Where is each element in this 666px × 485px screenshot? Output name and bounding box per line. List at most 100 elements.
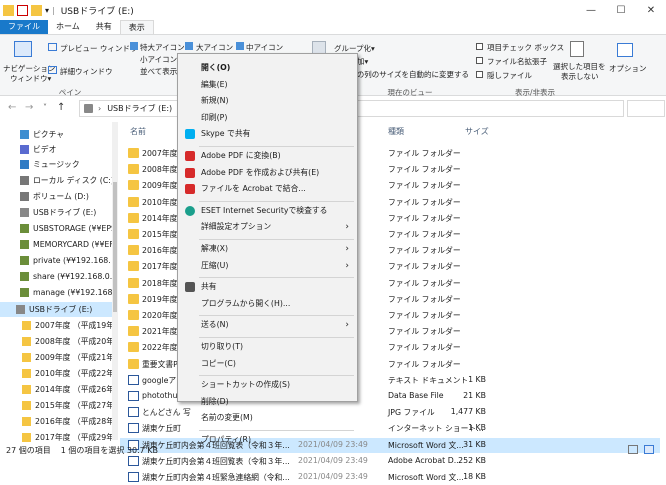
minimize-button[interactable]: — bbox=[576, 0, 606, 20]
nav-item[interactable]: 2009年度 （平成21年 bbox=[0, 350, 118, 365]
fit-columns-button[interactable]: べての列のサイズを自動的に変更する bbox=[342, 69, 469, 80]
dropdown-icon[interactable]: ▾ bbox=[45, 6, 49, 15]
item-checkbox-toggle[interactable] bbox=[476, 43, 483, 50]
details-pane-button[interactable]: 詳細ウィンドウ bbox=[60, 66, 113, 77]
menu-item[interactable]: Adobe PDF を作成および共有(E) bbox=[178, 166, 357, 180]
menu-item[interactable]: ショートカットの作成(S) bbox=[178, 378, 357, 392]
nav-item[interactable]: private (¥¥192.168. bbox=[0, 253, 118, 268]
nav-item[interactable]: manage (¥¥192.168. bbox=[0, 285, 118, 300]
search-input[interactable] bbox=[627, 100, 665, 117]
file-icon bbox=[128, 391, 139, 401]
menu-item[interactable]: プログラムから開く(H)... bbox=[178, 297, 357, 311]
back-icon[interactable]: ← bbox=[8, 102, 16, 113]
nav-item[interactable]: USBドライブ (E:) bbox=[0, 302, 118, 317]
nav-item[interactable]: 2007年度 （平成19年 bbox=[0, 318, 118, 333]
menu-item[interactable]: 編集(E) bbox=[178, 78, 357, 92]
checkbox-icon[interactable] bbox=[17, 4, 28, 16]
nav-item[interactable]: ピクチャ bbox=[0, 127, 118, 142]
ribbon-tabs: ファイル ホーム 共有 表示 bbox=[0, 20, 666, 34]
menu-item-label: コピー(C) bbox=[201, 358, 236, 368]
nav-item[interactable]: 2008年度 （平成20年 bbox=[0, 334, 118, 349]
nav-item-label: 2010年度 （平成22年 bbox=[35, 369, 115, 378]
divider-icon: | bbox=[52, 5, 55, 15]
folder-icon bbox=[128, 180, 139, 191]
column-header-size[interactable]: サイズ bbox=[465, 126, 489, 137]
menu-item-label: 名前の変更(M) bbox=[201, 413, 253, 423]
menu-item[interactable]: 送る(N) › bbox=[178, 318, 357, 332]
nav-item[interactable]: ミュージック bbox=[0, 157, 118, 172]
nav-item[interactable]: USBSTORAGE (¥¥EPS bbox=[0, 221, 118, 236]
menu-item-label: Skype で共有 bbox=[201, 129, 251, 139]
menu-item[interactable]: 開く(O) bbox=[178, 61, 357, 75]
menu-item[interactable]: 削除(D) bbox=[178, 395, 357, 409]
tab-share[interactable]: 共有 bbox=[88, 20, 120, 34]
menu-item[interactable]: 解凍(X) › bbox=[178, 242, 357, 256]
nav-item[interactable]: 2015年度 （平成27年 bbox=[0, 398, 118, 413]
nav-item[interactable]: 2010年度 （平成22年 bbox=[0, 366, 118, 381]
options-button[interactable]: オプション bbox=[609, 63, 647, 74]
menu-item[interactable]: ESET Internet Securityで検査する bbox=[178, 204, 357, 218]
close-button[interactable]: ✕ bbox=[636, 0, 666, 20]
nav-item[interactable]: ボリューム (D:) bbox=[0, 189, 118, 204]
menu-item[interactable]: コピー(C) bbox=[178, 357, 357, 371]
nav-item[interactable]: 2016年度 （平成28年 bbox=[0, 414, 118, 429]
forward-icon[interactable]: → bbox=[25, 102, 33, 113]
large-icons-button[interactable]: 大アイコン bbox=[196, 42, 233, 53]
nav-item[interactable]: share (¥¥192.168.0.1 bbox=[0, 269, 118, 284]
cell-name: 2022年度 bbox=[142, 343, 178, 353]
nav-item-label: ミュージック bbox=[33, 160, 80, 169]
xl-icons-button[interactable]: 特大アイコン bbox=[140, 42, 185, 53]
cell-size: 21 KB bbox=[463, 391, 486, 400]
nav-item[interactable]: 2014年度 （平成26年 bbox=[0, 382, 118, 397]
up-icon[interactable]: ↑ bbox=[57, 102, 65, 113]
table-row[interactable]: 湖東ケ丘町内会第４班緊急連絡網（令和... 2021/04/09 23:49 Mic… bbox=[120, 470, 660, 485]
list-button[interactable]: 並べて表示 bbox=[140, 66, 177, 77]
menu-item[interactable]: 名前の変更(M) bbox=[178, 411, 357, 425]
tab-home[interactable]: ホーム bbox=[48, 20, 88, 34]
maximize-button[interactable]: ☐ bbox=[606, 0, 636, 20]
chevron-down-icon[interactable]: ˅ bbox=[43, 103, 47, 112]
folder-icon bbox=[128, 261, 139, 272]
cell-name: 2009年度 bbox=[142, 181, 178, 191]
preview-pane-button[interactable]: プレビュー ウィンドウ bbox=[60, 43, 137, 54]
nav-pane-label-2[interactable]: ウィンドウ▾ bbox=[10, 73, 51, 84]
folder-icon[interactable] bbox=[31, 4, 42, 16]
nav-item[interactable]: USBドライブ (E:) bbox=[0, 205, 118, 220]
hide-selected-icon[interactable] bbox=[570, 41, 584, 57]
tab-file[interactable]: ファイル bbox=[0, 20, 48, 34]
small-icons-button[interactable]: 小アイコン bbox=[140, 54, 177, 65]
medium-icons-button[interactable]: 中アイコン bbox=[246, 42, 283, 53]
skype-icon bbox=[185, 129, 195, 140]
menu-item[interactable]: Adobe PDF に変換(B) bbox=[178, 149, 357, 163]
column-header-type[interactable]: 種類 bbox=[388, 126, 404, 137]
folder-icon bbox=[128, 212, 139, 223]
menu-item[interactable]: 圧縮(U) › bbox=[178, 259, 357, 273]
menu-item[interactable]: 新規(N) bbox=[178, 94, 357, 108]
extension-toggle[interactable] bbox=[476, 57, 483, 64]
nav-item[interactable]: MEMORYCARD (¥¥EF bbox=[0, 237, 118, 252]
folder-icon bbox=[128, 229, 139, 239]
large-icon-view-icon[interactable] bbox=[644, 445, 654, 454]
menu-item[interactable]: Skype で共有 bbox=[178, 127, 357, 141]
menu-item[interactable]: プロパティ(R) bbox=[178, 433, 357, 447]
folder-icon bbox=[22, 321, 31, 330]
nav-item[interactable]: ビデオ bbox=[0, 142, 118, 157]
nav-scroll-thumb[interactable] bbox=[113, 182, 117, 312]
options-icon[interactable] bbox=[617, 43, 633, 57]
menu-item[interactable]: 印刷(P) bbox=[178, 111, 357, 125]
menu-item[interactable]: 詳細設定オプション › bbox=[178, 220, 357, 234]
menu-item[interactable]: 共有 bbox=[178, 280, 357, 294]
tab-view[interactable]: 表示 bbox=[119, 20, 154, 34]
hidden-files-toggle[interactable] bbox=[476, 71, 483, 78]
hide-selected-button-2[interactable]: 表示しない bbox=[561, 71, 599, 82]
cell-type: ファイル フォルダー bbox=[388, 213, 461, 223]
menu-item[interactable]: 切り取り(T) bbox=[178, 340, 357, 354]
cell-type: ファイル フォルダー bbox=[388, 165, 461, 175]
menu-item[interactable]: ファイルを Acrobat で結合... bbox=[178, 182, 357, 196]
nav-item[interactable]: ローカル ディスク (C:) bbox=[0, 173, 118, 188]
column-header-name[interactable]: 名前 bbox=[130, 126, 146, 137]
navigation-pane-icon[interactable] bbox=[14, 41, 32, 57]
details-view-icon[interactable] bbox=[628, 445, 638, 454]
cell-size: 1,477 KB bbox=[450, 407, 486, 417]
folder-icon bbox=[128, 196, 139, 207]
